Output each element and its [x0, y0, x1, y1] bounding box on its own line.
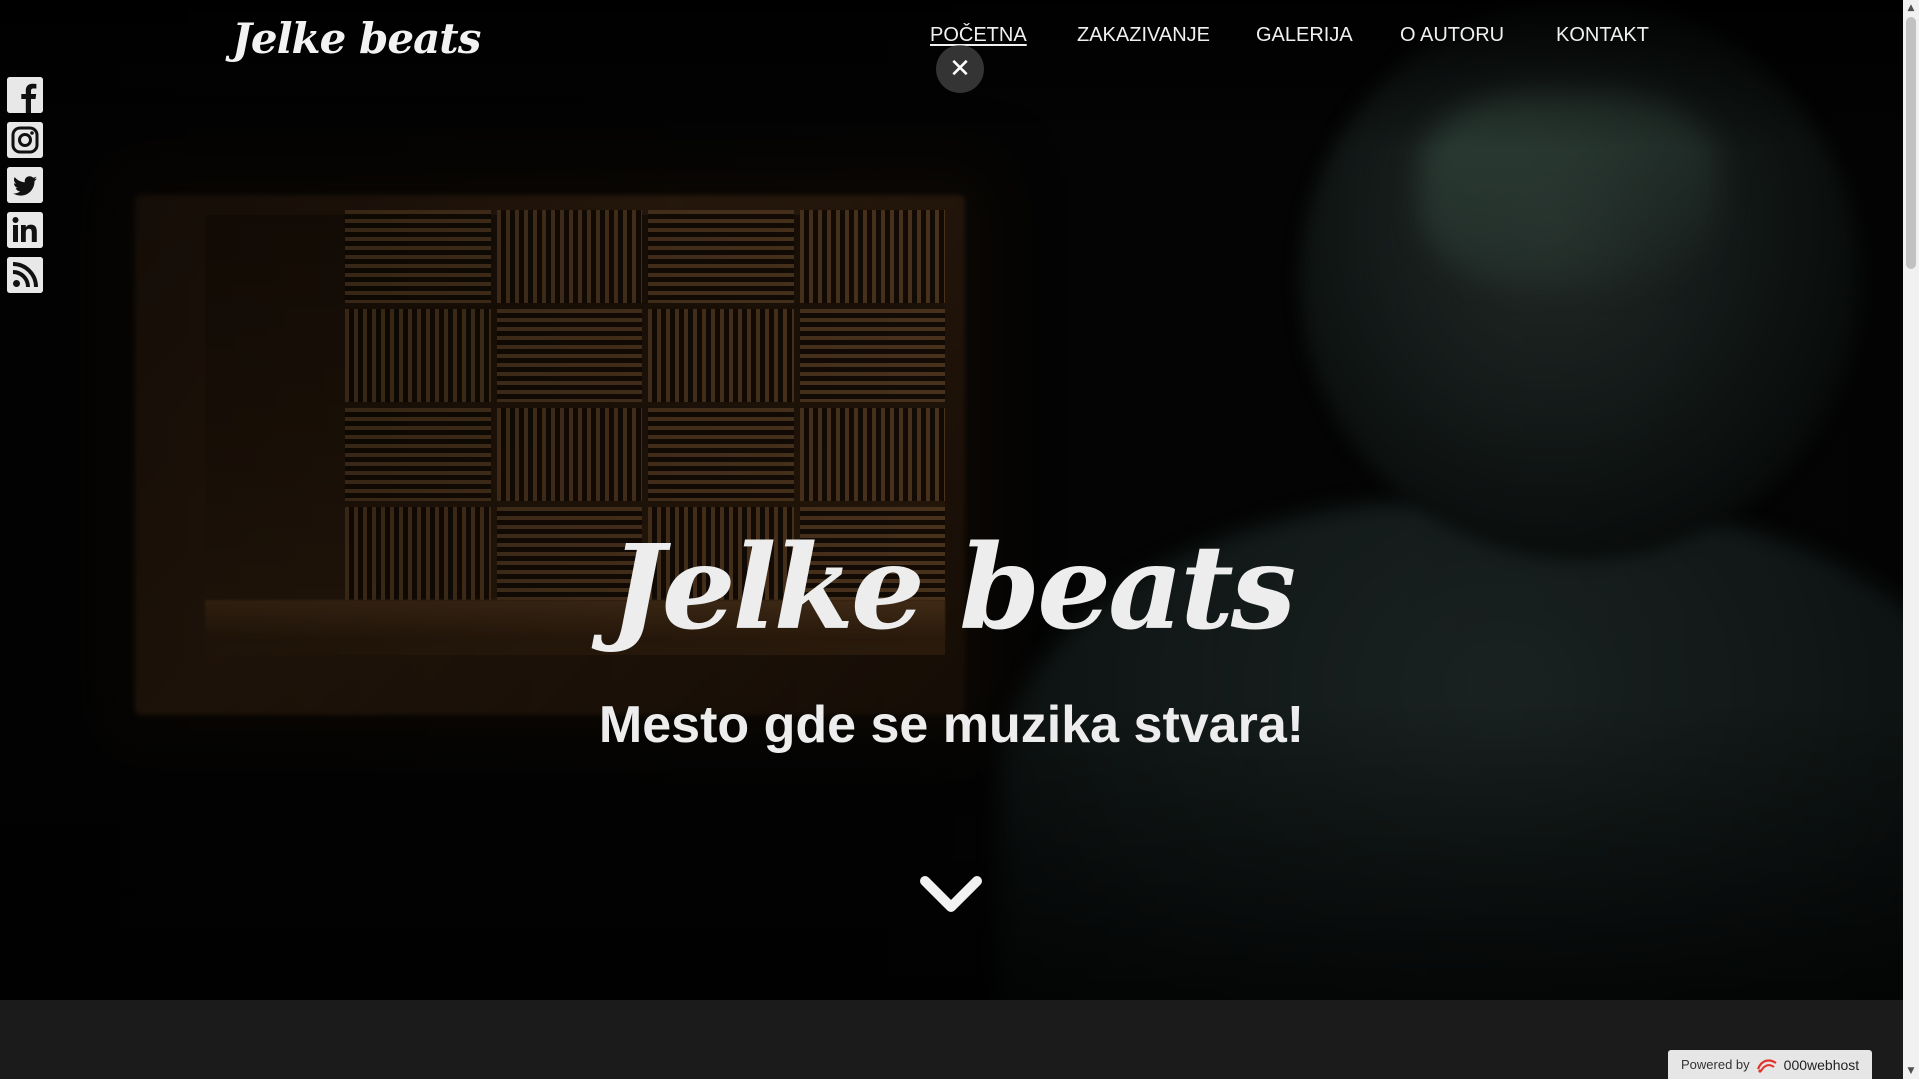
linkedin-icon[interactable]: [7, 212, 43, 248]
rss-icon[interactable]: [7, 257, 43, 293]
scrollbar-thumb[interactable]: [1906, 17, 1916, 269]
twitter-icon[interactable]: [7, 167, 43, 203]
instagram-icon[interactable]: [7, 122, 43, 158]
powered-by-badge[interactable]: Powered by 000webhost: [1668, 1050, 1872, 1079]
powered-by-label: Powered by: [1681, 1057, 1750, 1072]
webhost-logo-icon: [1756, 1058, 1777, 1073]
next-section: [0, 1000, 1903, 1079]
hero-subtitle: Mesto gde se muzika stvara!: [598, 696, 1305, 755]
close-menu-button[interactable]: ✕: [936, 45, 984, 93]
page: Jelke beats POČETNA ZAKAZIVANJE GALERIJA…: [0, 0, 1903, 1079]
hero-title: Jelke beats: [609, 519, 1296, 656]
scroll-down-arrow-icon[interactable]: ▼: [1903, 1063, 1919, 1079]
social-sidebar: [7, 77, 43, 302]
hero-section: Jelke beats POČETNA ZAKAZIVANJE GALERIJA…: [0, 0, 1903, 1000]
nav-item-pocetna[interactable]: POČETNA: [930, 24, 1027, 47]
nav-item-zakazivanje[interactable]: ZAKAZIVANJE: [1077, 24, 1210, 47]
facebook-icon[interactable]: [7, 77, 43, 113]
nav-item-galerija[interactable]: GALERIJA: [1256, 24, 1353, 47]
nav-item-o-autoru[interactable]: O AUTORU: [1400, 24, 1504, 47]
nav-item-kontakt[interactable]: KONTAKT: [1556, 24, 1649, 47]
chevron-down-icon[interactable]: [919, 875, 983, 919]
scroll-up-arrow-icon[interactable]: ▲: [1903, 0, 1919, 16]
webhost-brand: 000webhost: [1783, 1056, 1860, 1073]
vertical-scrollbar[interactable]: ▲ ▼: [1903, 0, 1919, 1079]
